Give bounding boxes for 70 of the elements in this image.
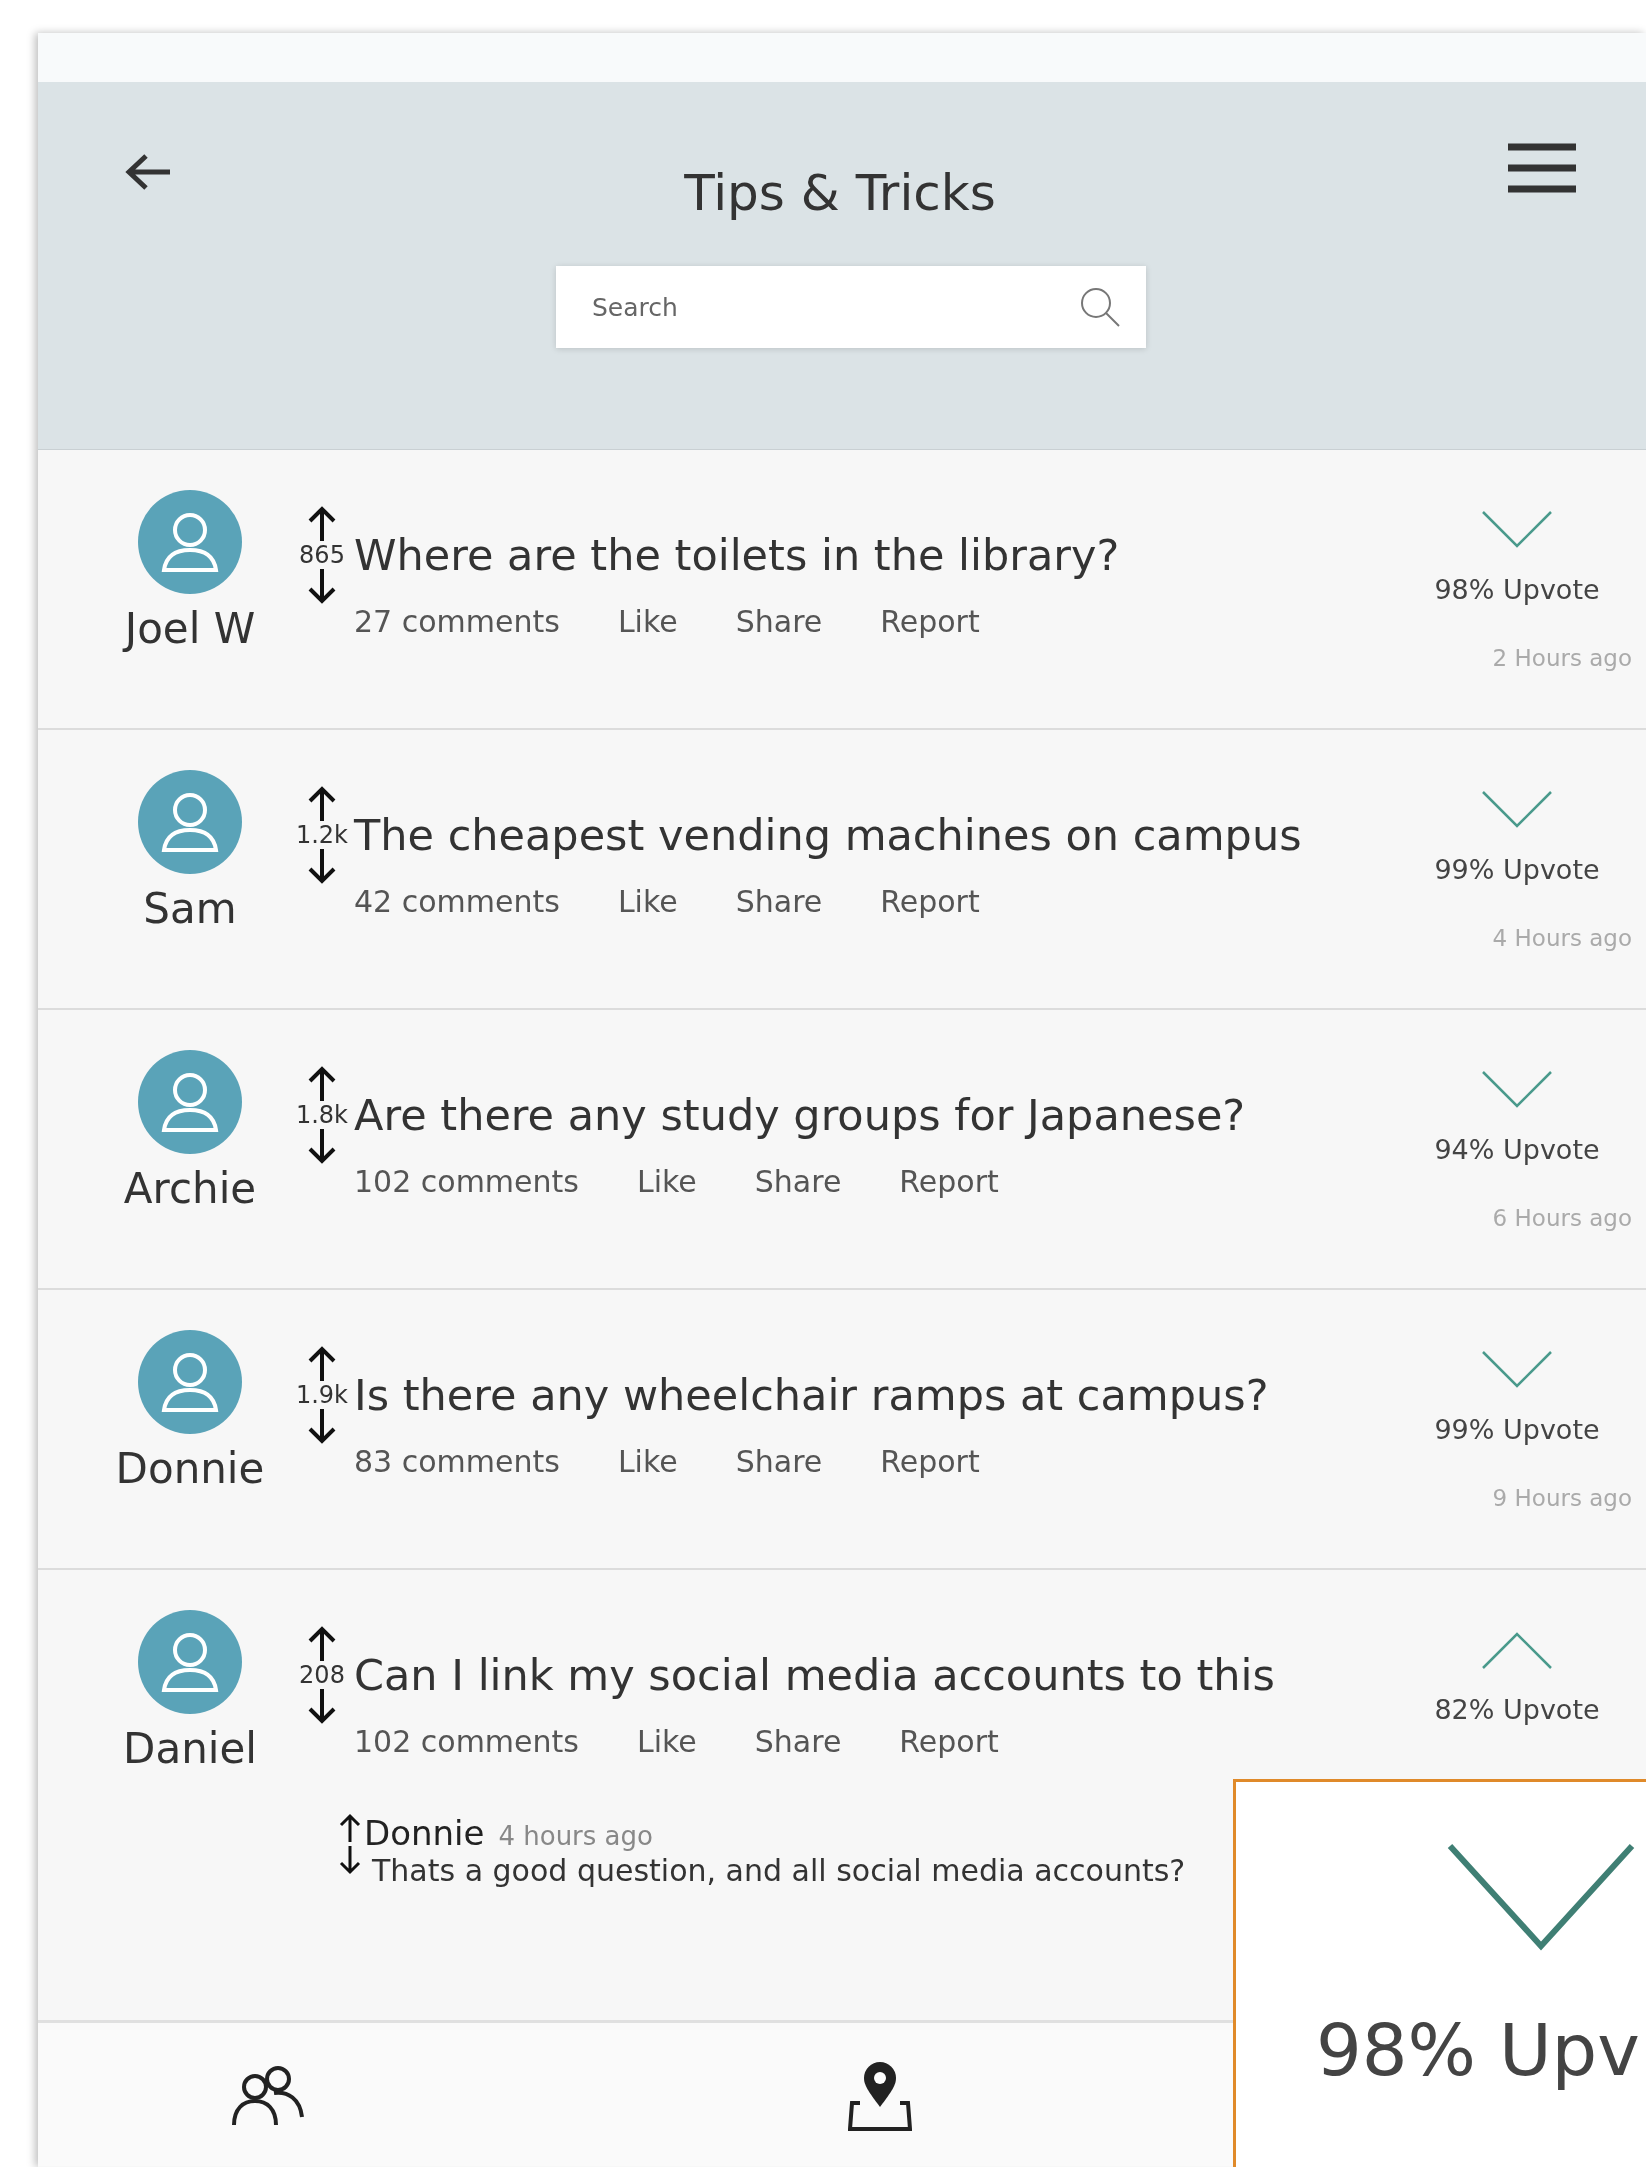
reply-author: Donnie: [364, 1813, 485, 1853]
comments-link[interactable]: 42 comments: [354, 884, 560, 919]
upvote-percentage: 99% Upvote: [1434, 1414, 1600, 1445]
avatar-icon: [138, 490, 242, 594]
action-link[interactable]: Share: [735, 1444, 823, 1479]
menu-icon[interactable]: [1506, 142, 1578, 194]
action-link[interactable]: Report: [880, 884, 980, 919]
action-link[interactable]: Like: [617, 884, 678, 919]
post-title[interactable]: Can I link my social media accounts to this: [354, 1650, 1402, 1700]
vote-count: 1.9k: [295, 1382, 349, 1409]
avatar-icon: [138, 1610, 242, 1714]
action-link[interactable]: Like: [636, 1164, 697, 1199]
upvote-arrow-icon[interactable]: [307, 1066, 337, 1102]
upvote-percentage: 99% Upvote: [1434, 854, 1600, 885]
vote-count: 208: [299, 1662, 345, 1689]
post-time: 4 Hours ago: [1492, 925, 1632, 951]
post-title[interactable]: The cheapest vending machines on campus: [354, 810, 1402, 860]
author-name: Joel W: [124, 604, 256, 653]
post-time: 9 Hours ago: [1492, 1485, 1632, 1511]
upvote-arrow-icon[interactable]: [307, 1346, 337, 1382]
downvote-arrow-icon[interactable]: [307, 1408, 337, 1445]
action-link[interactable]: Share: [735, 884, 823, 919]
post-time: 6 Hours ago: [1492, 1205, 1632, 1231]
downvote-arrow-icon[interactable]: [307, 1688, 337, 1725]
action-link[interactable]: Like: [617, 604, 678, 639]
upvote-arrow-icon[interactable]: [307, 506, 337, 542]
upvote-percentage: 82% Upvote: [1434, 1694, 1600, 1725]
avatar-icon: [138, 1330, 242, 1434]
reply-time: 4 hours ago: [498, 1821, 653, 1851]
comments-link[interactable]: 102 comments: [354, 1164, 579, 1199]
action-link[interactable]: Like: [636, 1724, 697, 1759]
post-time: 2 Hours ago: [1492, 645, 1632, 671]
downvote-arrow-icon[interactable]: [307, 568, 337, 605]
comments-link[interactable]: 27 comments: [354, 604, 560, 639]
action-link[interactable]: Report: [899, 1164, 999, 1199]
upvote-arrow-icon[interactable]: [307, 1626, 337, 1662]
action-link[interactable]: Share: [735, 604, 823, 639]
upvote-arrow-icon[interactable]: [338, 1813, 362, 1843]
action-link[interactable]: Report: [899, 1724, 999, 1759]
search-field[interactable]: Search: [556, 266, 1146, 348]
vote-count: 865: [299, 542, 345, 569]
action-link[interactable]: Share: [754, 1164, 842, 1199]
page-title: Tips & Tricks: [684, 164, 996, 222]
post-title[interactable]: Where are the toilets in the library?: [354, 530, 1402, 580]
downvote-arrow-icon[interactable]: [307, 1128, 337, 1165]
inset-text: 98% Upv: [1316, 2008, 1641, 2092]
action-link[interactable]: Share: [754, 1724, 842, 1759]
author-name: Daniel: [123, 1724, 257, 1773]
author-name: Sam: [143, 884, 237, 933]
author-name: Donnie: [115, 1444, 265, 1493]
action-link[interactable]: Report: [880, 1444, 980, 1479]
vote-count: 1.8k: [295, 1102, 349, 1129]
action-link[interactable]: Like: [617, 1444, 678, 1479]
upvote-arrow-icon[interactable]: [307, 786, 337, 822]
downvote-arrow-icon[interactable]: [307, 848, 337, 885]
chevron-down-icon: [1446, 1842, 1636, 1952]
comments-link[interactable]: 102 comments: [354, 1724, 579, 1759]
avatar-icon: [138, 770, 242, 874]
reply-text: Thats a good question, and all social media accounts?: [372, 1853, 1186, 1888]
vote-count: 1.2k: [295, 822, 349, 849]
avatar-icon: [138, 1050, 242, 1154]
search-icon[interactable]: [1078, 285, 1122, 329]
post-title[interactable]: Is there any wheelchair ramps at campus?: [354, 1370, 1402, 1420]
upvote-percentage: 98% Upvote: [1434, 574, 1600, 605]
post-title[interactable]: Are there any study groups for Japanese?: [354, 1090, 1402, 1140]
action-link[interactable]: Report: [880, 604, 980, 639]
upvote-percentage: 94% Upvote: [1434, 1134, 1600, 1165]
comments-link[interactable]: 83 comments: [354, 1444, 560, 1479]
downvote-arrow-icon[interactable]: [338, 1845, 362, 1875]
author-name: Archie: [123, 1164, 257, 1213]
